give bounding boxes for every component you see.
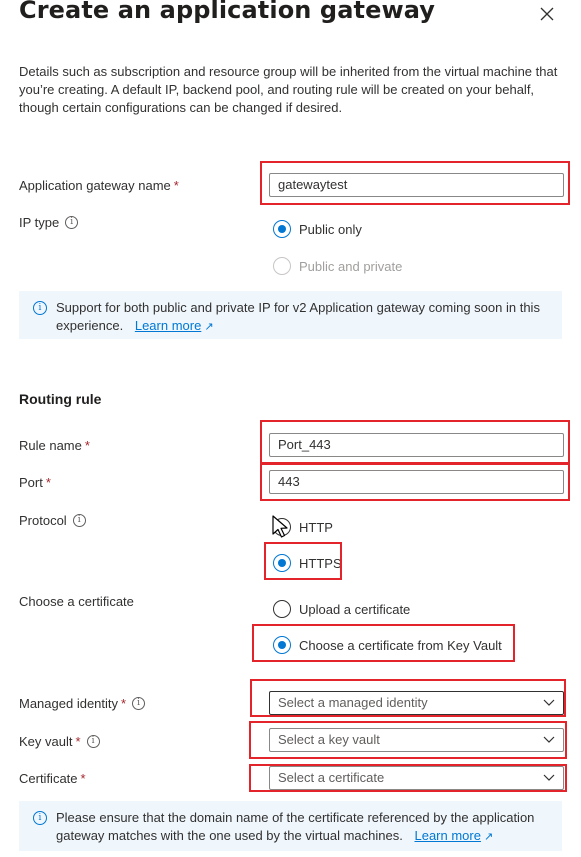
port-input[interactable]: 443	[269, 470, 564, 494]
learn-more-link[interactable]: Learn more	[414, 828, 480, 843]
chevron-down-icon	[543, 774, 555, 781]
managed-identity-dropdown[interactable]: Select a managed identity	[269, 691, 564, 715]
managed-identity-label: Managed identity * i	[19, 696, 146, 711]
gateway-name-label-text: Application gateway name	[19, 178, 171, 193]
ip-type-label: IP type i	[19, 215, 79, 230]
required-marker: *	[84, 438, 90, 453]
dropdown-placeholder: Select a key vault	[278, 732, 380, 747]
radio-label: Choose a certificate from Key Vault	[299, 637, 502, 653]
radio-key-vault-certificate[interactable]: Choose a certificate from Key Vault	[273, 636, 502, 654]
external-link-icon: ↗	[483, 831, 494, 843]
protocol-label-text: Protocol	[19, 513, 67, 528]
ip-type-label-text: IP type	[19, 215, 60, 230]
info-icon[interactable]: i	[65, 216, 79, 229]
info-icon[interactable]: i	[86, 735, 100, 748]
radio-label: Public only	[299, 221, 362, 237]
required-marker: *	[45, 475, 51, 490]
close-button[interactable]	[535, 2, 559, 26]
key-vault-dropdown[interactable]: Select a key vault	[269, 728, 564, 752]
mouse-cursor-icon	[272, 515, 288, 538]
protocol-label: Protocol i	[19, 513, 86, 528]
required-marker: *	[173, 178, 179, 193]
rule-name-input[interactable]: Port_443	[269, 433, 564, 457]
certificate-info-message: i Please ensure that the domain name of …	[19, 801, 562, 851]
info-text: Support for both public and private IP f…	[56, 300, 540, 333]
info-icon: i	[33, 811, 47, 825]
radio-label: Upload a certificate	[299, 601, 411, 617]
dropdown-placeholder: Select a managed identity	[278, 695, 428, 710]
radio-upload-certificate[interactable]: Upload a certificate	[273, 600, 410, 618]
chevron-down-icon	[543, 699, 555, 706]
rule-name-label: Rule name *	[19, 438, 90, 453]
required-marker: *	[121, 696, 127, 711]
info-icon: i	[33, 301, 47, 315]
radio-circle-selected	[273, 220, 291, 238]
managed-identity-label-text: Managed identity	[19, 696, 119, 711]
description-text: Details such as subscription and resourc…	[19, 64, 558, 115]
gateway-name-input[interactable]: gatewaytest	[269, 173, 564, 197]
key-vault-label-text: Key vault	[19, 734, 73, 749]
required-marker: *	[75, 734, 81, 749]
choose-certificate-label: Choose a certificate	[19, 594, 134, 609]
radio-label: Public and private	[299, 258, 403, 274]
certificate-label: Certificate *	[19, 771, 86, 786]
rule-name-label-text: Rule name	[19, 438, 82, 453]
external-link-icon: ↗	[204, 321, 214, 333]
port-label: Port *	[19, 475, 51, 490]
dropdown-placeholder: Select a certificate	[278, 770, 385, 785]
info-icon[interactable]: i	[72, 514, 86, 527]
info-message: i Support for both public and private IP…	[19, 291, 562, 339]
gateway-name-label: Application gateway name *	[19, 178, 179, 193]
certificate-label-text: Certificate	[19, 771, 78, 786]
learn-more-link[interactable]: Learn more	[135, 318, 201, 333]
radio-circle-selected	[273, 636, 291, 654]
port-label-text: Port	[19, 475, 43, 490]
page-title: Create an application gateway	[19, 0, 436, 24]
radio-public-only[interactable]: Public only	[273, 220, 362, 238]
close-icon	[540, 7, 554, 21]
radio-label: HTTP	[299, 519, 333, 535]
key-vault-label: Key vault * i	[19, 734, 100, 749]
required-marker: *	[80, 771, 86, 786]
radio-circle-disabled	[273, 257, 291, 275]
radio-circle	[273, 600, 291, 618]
chevron-down-icon	[543, 736, 555, 743]
certificate-dropdown[interactable]: Select a certificate	[269, 766, 564, 790]
radio-https[interactable]: HTTPS	[273, 554, 342, 572]
radio-label: HTTPS	[299, 555, 342, 571]
info-icon[interactable]: i	[132, 697, 146, 710]
section-title-routing-rule: Routing rule	[19, 391, 102, 407]
radio-public-and-private: Public and private	[273, 257, 402, 275]
radio-circle-selected	[273, 554, 291, 572]
